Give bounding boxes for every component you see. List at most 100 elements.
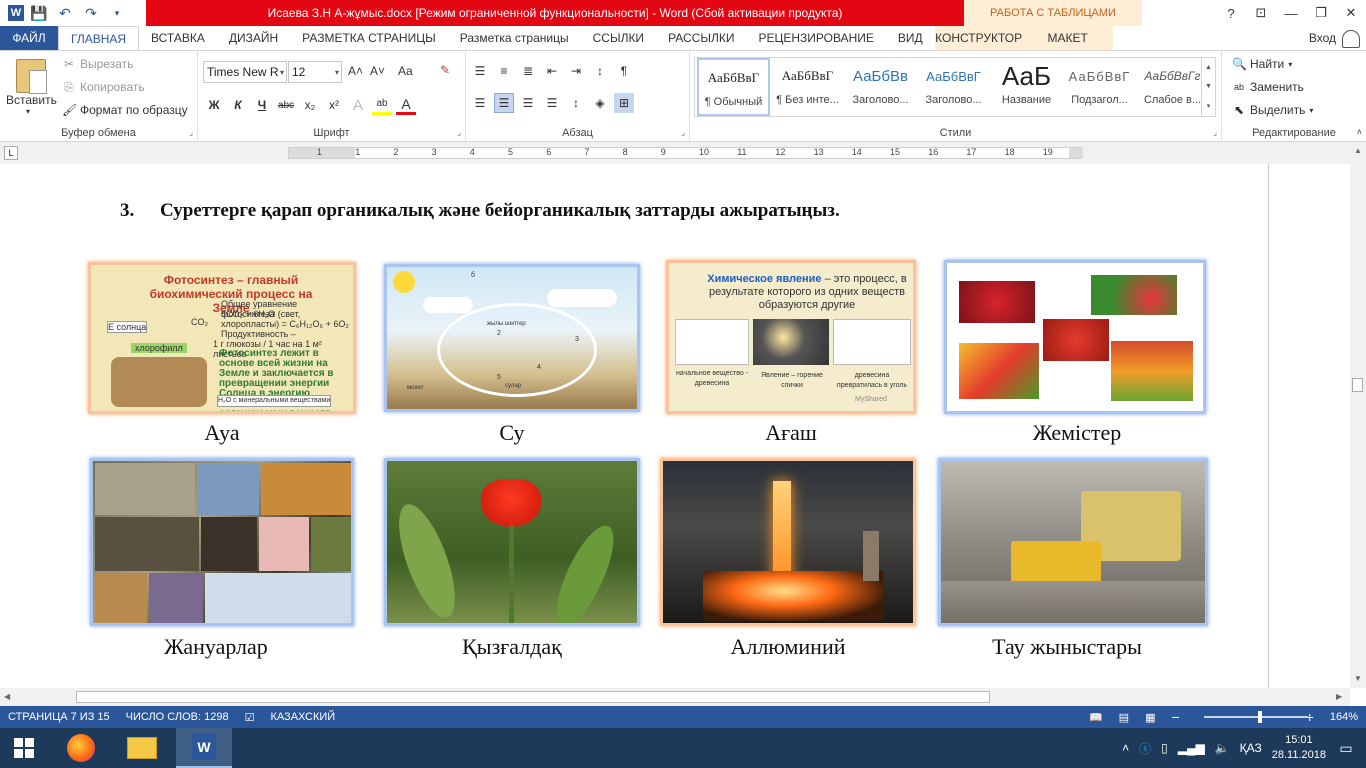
tab-home[interactable]: ГЛАВНАЯ bbox=[58, 26, 140, 50]
tab-table-design[interactable]: КОНСТРУКТОР bbox=[934, 26, 1023, 50]
align-right-icon[interactable]: ☰ bbox=[518, 93, 538, 113]
notifications-icon[interactable]: ▭ bbox=[1332, 728, 1360, 768]
horizontal-scrollbar[interactable]: ◀ ▶ bbox=[0, 688, 1350, 706]
borders-icon[interactable]: ⊞ bbox=[614, 93, 634, 113]
select-button[interactable]: ⬉ Выделить ▾ bbox=[1232, 103, 1313, 117]
zoom-out-button[interactable]: − bbox=[1163, 709, 1187, 725]
collapse-ribbon-icon[interactable]: ˄ bbox=[1357, 127, 1362, 137]
save-icon[interactable]: 💾 bbox=[28, 3, 50, 23]
picture-caption[interactable]: Су bbox=[384, 420, 640, 446]
tab-file[interactable]: ФАЙЛ bbox=[0, 26, 58, 50]
clipboard-launcher-icon[interactable]: ⌟ bbox=[189, 128, 193, 137]
print-layout-icon[interactable]: ▤ bbox=[1111, 711, 1137, 724]
tab-design[interactable]: ДИЗАЙН bbox=[217, 26, 290, 50]
scroll-right-icon[interactable]: ▶ bbox=[1336, 692, 1342, 701]
bullets-icon[interactable]: ☰ bbox=[470, 61, 490, 81]
language-indicator[interactable]: КАЗАХСКИЙ bbox=[262, 711, 343, 723]
paste-dropdown-icon[interactable]: ▾ bbox=[26, 107, 30, 116]
clear-formatting-icon[interactable]: ✎ bbox=[440, 63, 450, 77]
multilevel-list-icon[interactable]: ≣ bbox=[518, 61, 538, 81]
network-icon[interactable]: ▂▄▆ bbox=[1178, 741, 1205, 755]
picture-caption[interactable]: Ағаш bbox=[666, 420, 916, 446]
justify-icon[interactable]: ☰ bbox=[542, 93, 562, 113]
strikethrough-button[interactable]: abc bbox=[276, 95, 296, 115]
word-app-icon[interactable]: W bbox=[8, 5, 24, 21]
tab-page-layout[interactable]: РАЗМЕТКА СТРАНИЦЫ bbox=[290, 26, 448, 50]
font-color-button[interactable]: A bbox=[396, 95, 416, 115]
style-normal[interactable]: АаБбВвГ ¶ Обычный bbox=[697, 58, 770, 116]
copy-button[interactable]: ⎘ Копировать bbox=[62, 80, 144, 94]
read-mode-icon[interactable]: 📖 bbox=[1081, 711, 1111, 724]
style-subtitle[interactable]: АаБбВвГ Подзагол... bbox=[1063, 58, 1136, 116]
water-cycle-picture[interactable]: б жылы шелтер 2 4 3 5 мохит сулар bbox=[384, 264, 640, 412]
chevron-up-icon[interactable]: ▲ bbox=[1205, 64, 1212, 71]
skype-icon[interactable]: ⓢ bbox=[1139, 740, 1151, 757]
word-count[interactable]: ЧИСЛО СЛОВ: 1298 bbox=[118, 711, 237, 723]
numbering-icon[interactable]: ≡ bbox=[494, 61, 514, 81]
change-case-button[interactable]: Aa bbox=[398, 64, 413, 78]
scroll-left-icon[interactable]: ◀ bbox=[4, 692, 10, 701]
undo-icon[interactable]: ↶ bbox=[54, 3, 76, 23]
chevron-down-icon[interactable]: ▼ bbox=[1205, 83, 1212, 90]
taskbar-word[interactable]: W bbox=[176, 728, 232, 768]
font-launcher-icon[interactable]: ⌟ bbox=[457, 128, 461, 137]
picture-caption[interactable]: Қызғалдақ bbox=[384, 634, 640, 660]
start-button[interactable] bbox=[0, 728, 48, 768]
more-icon[interactable]: ▾ bbox=[1207, 102, 1211, 110]
taskbar-explorer[interactable] bbox=[114, 728, 170, 768]
increase-indent-icon[interactable]: ⇥ bbox=[566, 61, 586, 81]
shrink-font-button[interactable]: A˅ bbox=[370, 64, 385, 78]
show-formatting-button[interactable]: ¶ bbox=[614, 61, 634, 81]
horizontal-ruler[interactable]: 1 1 2 3 4 5 6 7 8 9 10 11 12 13 14 15 16 17 18 19 bbox=[288, 147, 1083, 159]
help-button[interactable]: ? bbox=[1216, 0, 1246, 26]
format-painter-button[interactable]: 🖌 Формат по образцу bbox=[62, 103, 188, 117]
picture-caption[interactable]: Тау жыныстары bbox=[938, 634, 1196, 660]
text-effects-button[interactable]: A bbox=[348, 95, 368, 115]
customize-qat-icon[interactable]: ▾ bbox=[106, 3, 128, 23]
picture-caption[interactable]: Жануарлар bbox=[90, 634, 342, 660]
picture-caption[interactable]: Ауа bbox=[88, 420, 356, 446]
align-left-icon[interactable]: ☰ bbox=[470, 93, 490, 113]
paste-icon[interactable] bbox=[16, 59, 47, 94]
font-size-combo[interactable]: 12 ▾ bbox=[288, 61, 342, 83]
find-button[interactable]: 🔍 Найти ▾ bbox=[1232, 57, 1292, 71]
styles-launcher-icon[interactable]: ⌟ bbox=[1213, 128, 1217, 137]
picture-caption[interactable]: Аллюминий bbox=[660, 634, 916, 660]
redo-icon[interactable]: ↷ bbox=[80, 3, 102, 23]
style-heading-1[interactable]: АаБбВв Заголово... bbox=[844, 58, 917, 116]
highlight-button[interactable]: ab bbox=[372, 95, 392, 115]
account-icon[interactable] bbox=[1342, 30, 1360, 48]
cut-button[interactable]: ✂ Вырезать bbox=[62, 57, 133, 71]
mining-picture[interactable] bbox=[938, 458, 1208, 626]
styles-scroll[interactable]: ▲ ▼ ▾ bbox=[1201, 58, 1215, 116]
paragraph-launcher-icon[interactable]: ⌟ bbox=[681, 128, 685, 137]
tab-selector[interactable]: L bbox=[4, 146, 18, 160]
line-spacing-icon[interactable]: ↕ bbox=[566, 93, 586, 113]
restore-button[interactable]: ❐ bbox=[1306, 0, 1336, 26]
replace-button[interactable]: ab Заменить bbox=[1232, 80, 1304, 94]
tab-page-layout-2[interactable]: Разметка страницы bbox=[448, 26, 581, 50]
taskbar-firefox[interactable] bbox=[56, 728, 106, 768]
bold-button[interactable]: Ж bbox=[204, 95, 224, 115]
superscript-button[interactable]: x² bbox=[324, 95, 344, 115]
tab-view[interactable]: ВИД bbox=[886, 26, 935, 50]
underline-button[interactable]: Ч bbox=[252, 95, 272, 115]
clock[interactable]: 15:01 28.11.2018 bbox=[1272, 733, 1326, 763]
zoom-slider-knob[interactable] bbox=[1258, 711, 1262, 723]
ribbon-display-options-button[interactable]: ⊡ bbox=[1246, 0, 1276, 26]
web-layout-icon[interactable]: ▦ bbox=[1137, 711, 1163, 724]
battery-icon[interactable]: ▯ bbox=[1161, 741, 1168, 755]
tulip-picture[interactable] bbox=[384, 458, 640, 626]
horizontal-scroll-thumb[interactable] bbox=[76, 691, 990, 703]
keyboard-language[interactable]: ҚАЗ bbox=[1240, 741, 1262, 755]
proofing-icon[interactable]: ☑ bbox=[237, 711, 263, 724]
sort-icon[interactable]: ↕ bbox=[590, 61, 610, 81]
volume-icon[interactable]: 🔈 bbox=[1215, 741, 1230, 755]
task-heading[interactable]: 3. Суреттерге қарап органикалық және бейо… bbox=[120, 200, 840, 222]
tab-table-layout[interactable]: МАКЕТ bbox=[1022, 26, 1113, 50]
page-indicator[interactable]: СТРАНИЦА 7 ИЗ 15 bbox=[0, 711, 118, 723]
vertical-scrollbar[interactable]: ▲ ▼ bbox=[1350, 142, 1366, 688]
animals-picture[interactable] bbox=[90, 458, 354, 626]
scroll-down-icon[interactable]: ▼ bbox=[1354, 674, 1362, 683]
molten-metal-picture[interactable] bbox=[660, 458, 916, 626]
